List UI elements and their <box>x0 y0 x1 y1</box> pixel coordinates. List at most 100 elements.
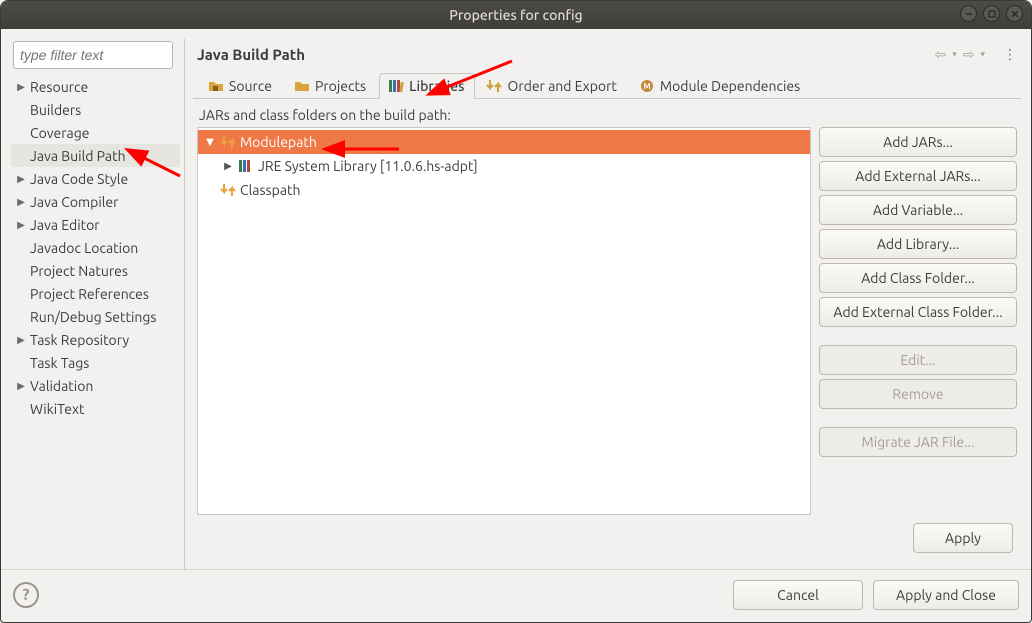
close-button[interactable] <box>1006 5 1023 22</box>
tab-label: Libraries <box>409 78 464 94</box>
node-label: JRE System Library [11.0.6.hs-adpt] <box>258 158 478 174</box>
chevron-right-icon: ▶ <box>15 173 27 185</box>
back-menu-icon[interactable]: ▾ <box>952 49 957 60</box>
nav-resource[interactable]: ▶Resource <box>11 75 180 98</box>
add-variable-button[interactable]: Add Variable... <box>819 195 1017 225</box>
order-export-icon <box>486 78 502 94</box>
nav-label: WikiText <box>30 401 91 417</box>
window-controls <box>960 5 1023 22</box>
nav-java-code-style[interactable]: ▶Java Code Style <box>11 167 180 190</box>
page-title: Java Build Path <box>197 46 305 63</box>
window-title: Properties for config <box>449 7 582 23</box>
left-panel: ▶Resource Builders Coverage Java Build P… <box>11 39 185 569</box>
chevron-right-icon: ▶ <box>15 380 27 392</box>
nav-label: Javadoc Location <box>30 240 144 256</box>
nav-task-repository[interactable]: ▶Task Repository <box>11 328 180 351</box>
nav-label: Resource <box>30 79 94 95</box>
nav-label: Validation <box>30 378 99 394</box>
nav-label: Builders <box>30 102 87 118</box>
forward-icon[interactable]: ⇨ <box>963 46 975 63</box>
nav-java-editor[interactable]: ▶Java Editor <box>11 213 180 236</box>
chevron-right-icon: ▶ <box>15 196 27 208</box>
back-icon[interactable]: ⇦ <box>934 46 946 63</box>
chevron-right-icon: ▶ <box>222 160 234 172</box>
nav-project-natures[interactable]: Project Natures <box>11 259 180 282</box>
apply-button[interactable]: Apply <box>913 523 1013 553</box>
nav-label: Project Natures <box>30 263 134 279</box>
chevron-right-icon: ▶ <box>15 81 27 93</box>
apply-and-close-button[interactable]: Apply and Close <box>873 580 1019 610</box>
node-label: Classpath <box>240 182 301 198</box>
tab-label: Order and Export <box>507 78 616 94</box>
classpath-icon <box>220 182 236 198</box>
nav-run-debug-settings[interactable]: Run/Debug Settings <box>11 305 180 328</box>
maximize-button[interactable] <box>983 5 1000 22</box>
edit-button: Edit... <box>819 345 1017 375</box>
filter-input[interactable] <box>13 41 173 69</box>
tab-label: Module Dependencies <box>660 78 800 94</box>
category-tree[interactable]: ▶Resource Builders Coverage Java Build P… <box>11 75 180 569</box>
minimize-button[interactable] <box>960 5 977 22</box>
tab-order-export[interactable]: Order and Export <box>477 73 627 99</box>
chevron-down-icon: ▼ <box>204 136 216 148</box>
tab-label: Source <box>229 78 272 94</box>
add-external-class-folder-button[interactable]: Add External Class Folder... <box>819 297 1017 327</box>
chevron-right-icon: ▶ <box>15 219 27 231</box>
modulepath-icon <box>220 134 236 150</box>
add-library-button[interactable]: Add Library... <box>819 229 1017 259</box>
nav-label: Java Code Style <box>30 171 134 187</box>
cancel-button[interactable]: Cancel <box>733 580 863 610</box>
add-class-folder-button[interactable]: Add Class Folder... <box>819 263 1017 293</box>
node-label: Modulepath <box>240 134 317 150</box>
nav-task-tags[interactable]: Task Tags <box>11 351 180 374</box>
nav-java-compiler[interactable]: ▶Java Compiler <box>11 190 180 213</box>
nav-label: Task Tags <box>30 355 95 371</box>
nav-label: Java Editor <box>30 217 106 233</box>
tab-label: Projects <box>315 78 366 94</box>
svg-text:M: M <box>643 82 650 91</box>
nav-java-build-path[interactable]: Java Build Path <box>11 144 180 167</box>
nav-javadoc-location[interactable]: Javadoc Location <box>11 236 180 259</box>
node-jre-system-library[interactable]: ▶ JRE System Library [11.0.6.hs-adpt] <box>198 154 810 178</box>
nav-label: Coverage <box>30 125 96 141</box>
node-classpath[interactable]: Classpath <box>198 178 810 202</box>
nav-project-references[interactable]: Project References <box>11 282 180 305</box>
libraries-hint: JARs and class folders on the build path… <box>197 105 1017 127</box>
right-panel: Java Build Path ⇦ ▾ ⇨ ▾ ⋮ Source <box>193 39 1021 569</box>
tabstrip: Source Projects Libraries Order and Expo… <box>193 73 1021 99</box>
migrate-jar-file-button: Migrate JAR File... <box>819 427 1017 457</box>
library-icon <box>238 158 254 174</box>
tab-libraries-body: JARs and class folders on the build path… <box>193 99 1021 569</box>
bottom-bar: ? Cancel Apply and Close <box>1 569 1031 622</box>
forward-menu-icon[interactable]: ▾ <box>980 49 985 60</box>
properties-dialog: Properties for config ▶Resource Builders… <box>0 0 1032 623</box>
nav-label: Java Compiler <box>30 194 124 210</box>
chevron-right-icon: ▶ <box>15 334 27 346</box>
tab-projects[interactable]: Projects <box>285 73 377 99</box>
side-buttons: Add JARs... Add External JARs... Add Var… <box>819 127 1017 515</box>
libraries-icon <box>388 78 404 94</box>
nav-wikitext[interactable]: WikiText <box>11 397 180 420</box>
help-button[interactable]: ? <box>13 582 39 608</box>
source-folder-icon <box>208 78 224 94</box>
node-modulepath[interactable]: ▼ Modulepath <box>198 130 810 154</box>
libraries-tree[interactable]: ▼ Modulepath ▶ J <box>197 127 811 515</box>
remove-button: Remove <box>819 379 1017 409</box>
tab-module-deps[interactable]: M Module Dependencies <box>630 73 811 99</box>
nav-validation[interactable]: ▶Validation <box>11 374 180 397</box>
module-deps-icon: M <box>639 78 655 94</box>
header-nav-icons: ⇦ ▾ ⇨ ▾ ⋮ <box>934 46 1017 63</box>
nav-builders[interactable]: Builders <box>11 98 180 121</box>
projects-folder-icon <box>294 78 310 94</box>
nav-coverage[interactable]: Coverage <box>11 121 180 144</box>
tab-source[interactable]: Source <box>199 73 283 99</box>
view-menu-icon[interactable]: ⋮ <box>1003 46 1017 63</box>
nav-label: Java Build Path <box>30 148 132 164</box>
add-external-jars-button[interactable]: Add External JARs... <box>819 161 1017 191</box>
titlebar: Properties for config <box>1 1 1031 29</box>
add-jars-button[interactable]: Add JARs... <box>819 127 1017 157</box>
client-area: ▶Resource Builders Coverage Java Build P… <box>1 29 1031 622</box>
nav-label: Project References <box>30 286 155 302</box>
tab-libraries[interactable]: Libraries <box>379 73 475 99</box>
nav-label: Task Repository <box>30 332 135 348</box>
